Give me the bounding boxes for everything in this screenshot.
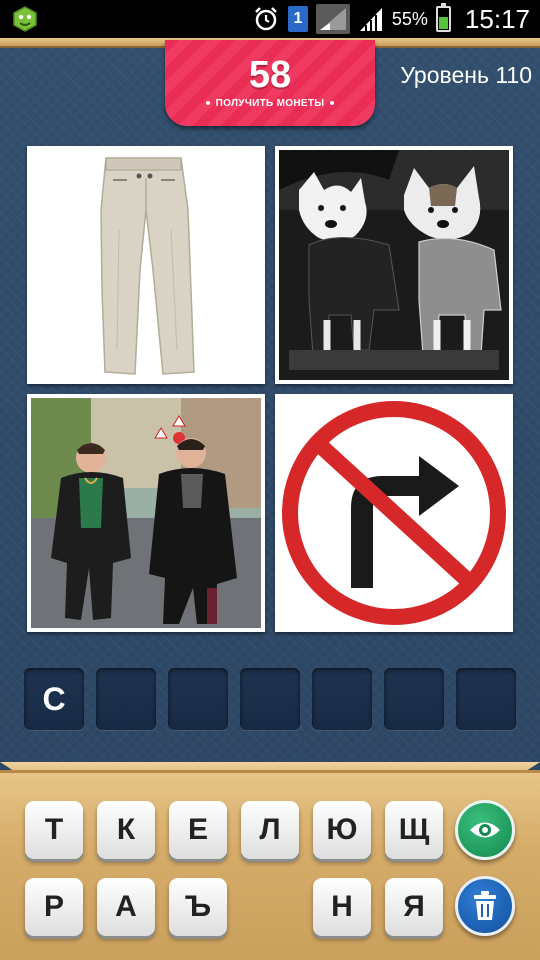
battery-icon (435, 3, 451, 32)
clock: 15:17 (464, 3, 530, 34)
dot-icon (330, 101, 335, 106)
letter-key[interactable]: А (97, 878, 155, 936)
picture-1[interactable] (27, 146, 265, 384)
letter-key[interactable]: Щ (385, 801, 443, 859)
answer-slot-3[interactable] (168, 668, 228, 730)
space-dogs-picture (279, 150, 509, 380)
picture-4[interactable] (275, 394, 513, 632)
alarm-icon (255, 7, 277, 31)
app-icon (13, 6, 37, 32)
get-coins-button[interactable]: 58 ПОЛУЧИТЬ МОНЕТЫ (165, 40, 375, 126)
answer-slot-6[interactable] (384, 668, 444, 730)
status-bar: 1 55% 15:17 (0, 0, 540, 38)
picture-3[interactable] (27, 394, 265, 632)
gangsters-picture (31, 398, 261, 628)
signal-icon (359, 8, 382, 31)
answer-slot-1[interactable]: С (24, 668, 84, 730)
eye-icon (470, 822, 500, 838)
letter-key[interactable]: Н (313, 878, 371, 936)
answer-slot-2[interactable] (96, 668, 156, 730)
answer-slot-5[interactable] (312, 668, 372, 730)
signal-icon (315, 4, 350, 34)
letter-key[interactable]: Я (385, 878, 443, 936)
coins-count: 58 (248, 54, 292, 96)
trousers-picture (31, 150, 261, 380)
trash-icon (474, 891, 496, 920)
answer-slot-4[interactable] (240, 668, 300, 730)
letter-key[interactable]: Т (25, 801, 83, 859)
answer-slot-7[interactable] (456, 668, 516, 730)
letter-key[interactable]: Ъ (169, 878, 227, 936)
sim-icon: 1 (287, 6, 308, 32)
letter-key[interactable]: Е (169, 801, 227, 859)
no-right-turn-sign-picture (279, 398, 509, 628)
reveal-letter-button[interactable] (455, 800, 515, 860)
battery-percent: 55% (391, 8, 428, 29)
picture-2[interactable] (275, 146, 513, 384)
level-label: Уровень 110 (400, 62, 532, 88)
get-coins-label: ПОЛУЧИТЬ МОНЕТЫ (215, 98, 325, 109)
letter-key[interactable]: Л (241, 801, 299, 859)
remove-letters-button[interactable] (455, 876, 515, 936)
letter-key[interactable]: Р (25, 878, 83, 936)
letter-key[interactable]: К (97, 801, 155, 859)
dot-icon (205, 101, 210, 106)
letter-key[interactable]: Ю (313, 801, 371, 859)
